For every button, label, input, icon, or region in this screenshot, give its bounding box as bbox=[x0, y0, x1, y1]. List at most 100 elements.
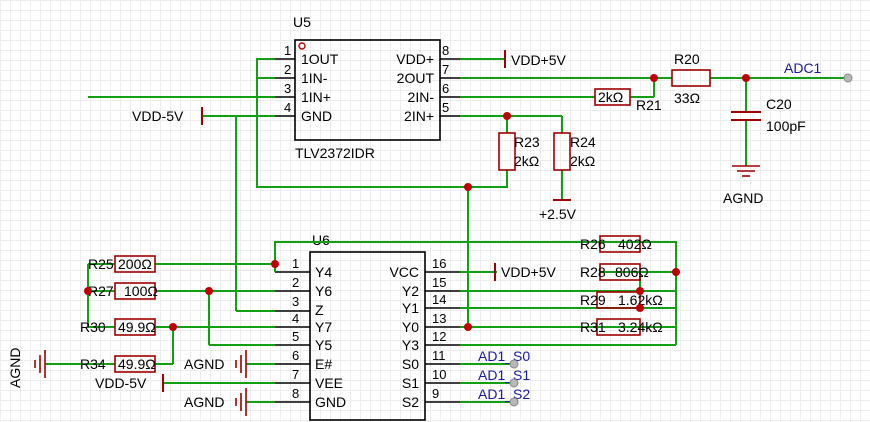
u5-pin-7-name: 2OUT bbox=[397, 70, 435, 86]
c20-value: 100pF bbox=[766, 118, 806, 134]
u5-ref: U5 bbox=[293, 14, 311, 30]
r26-ref: R26 bbox=[580, 236, 606, 252]
u5-pin-4-num: 4 bbox=[284, 100, 291, 115]
u6-pin-6-num: 6 bbox=[292, 348, 299, 363]
u6-pin-12-name: Y3 bbox=[402, 337, 419, 353]
u6-pin-14-num: 14 bbox=[432, 292, 446, 307]
agnd-gnd-symbol bbox=[235, 388, 247, 416]
r23-ref: R23 bbox=[514, 134, 540, 150]
net-s0: AD1_S0 bbox=[478, 348, 530, 364]
u6-pin-5-num: 5 bbox=[292, 329, 299, 344]
net-adc1: ADC1 bbox=[784, 60, 822, 76]
s0-port[interactable] bbox=[509, 359, 519, 369]
u6-pin-12-num: 12 bbox=[432, 329, 446, 344]
u6-pin-3-num: 3 bbox=[292, 294, 299, 309]
r30-value: 49.9Ω bbox=[118, 319, 156, 335]
u5-pin-2-name: 1IN- bbox=[301, 70, 328, 86]
net-vdd-p5-top: VDD+5V bbox=[511, 52, 567, 68]
r34-ref: R34 bbox=[80, 356, 106, 372]
junction-r20 bbox=[650, 74, 658, 82]
net-vref: +2.5V bbox=[539, 206, 577, 222]
u5-pin-8-name: VDD+ bbox=[396, 51, 434, 67]
junction-left-1 bbox=[84, 287, 92, 295]
u5-pin-6-name: 2IN- bbox=[408, 89, 435, 105]
u5-pin-1-num: 1 bbox=[284, 43, 291, 58]
junction-y4 bbox=[271, 260, 279, 268]
r20-ref: R20 bbox=[674, 51, 700, 67]
agnd-left-symbol bbox=[34, 350, 46, 378]
r28-ref: R28 bbox=[580, 264, 606, 280]
r24-value: 2kΩ bbox=[570, 153, 595, 169]
r23-body bbox=[498, 132, 516, 171]
r23-value: 2kΩ bbox=[514, 153, 539, 169]
u6-pin-2-name: Y6 bbox=[315, 283, 332, 299]
r29-ref: R29 bbox=[580, 292, 606, 308]
u6-pin-13-name: Y0 bbox=[402, 319, 419, 335]
r31-ref: R31 bbox=[580, 319, 606, 335]
u5-pin-7-num: 7 bbox=[442, 62, 449, 77]
net-agnd-left: AGND bbox=[7, 348, 23, 388]
r34-value: 49.9Ω bbox=[118, 356, 156, 372]
u6-pin-4-num: 4 bbox=[292, 311, 299, 326]
net-vdd-m5-top: VDD-5V bbox=[132, 108, 184, 124]
u6-pin-16-name: VCC bbox=[389, 264, 419, 280]
u6-pin-4-name: Y7 bbox=[315, 319, 332, 335]
junction-right-bus bbox=[672, 268, 680, 276]
u6-pin-2-num: 2 bbox=[292, 275, 299, 290]
r31-value: 3.24kΩ bbox=[618, 319, 663, 335]
u5-part: TLV2372IDR bbox=[295, 145, 375, 161]
r26-value: 402Ω bbox=[618, 236, 652, 252]
u5-pin-2-num: 2 bbox=[284, 62, 291, 77]
u5-pin-5-num: 5 bbox=[442, 100, 449, 115]
u5-pin-1-name: 1OUT bbox=[301, 51, 339, 67]
u6-pin-13-num: 13 bbox=[432, 311, 446, 326]
u6-pin-7-name: VEE bbox=[315, 375, 343, 391]
u6-pin-15-num: 15 bbox=[432, 275, 446, 290]
net-agnd-e: AGND bbox=[184, 356, 224, 372]
s2-port[interactable] bbox=[509, 397, 519, 407]
net-agnd-gnd: AGND bbox=[184, 394, 224, 410]
u5-pin-4-name: GND bbox=[301, 108, 332, 124]
net-s2: AD1_S2 bbox=[478, 386, 530, 402]
u6-pin-1-num: 1 bbox=[292, 256, 299, 271]
r24-body bbox=[553, 132, 571, 171]
u6-pin-9-name: S2 bbox=[402, 394, 419, 410]
junction-y7 bbox=[169, 323, 177, 331]
junction-feedback bbox=[464, 183, 472, 191]
r27-value: 100Ω bbox=[124, 283, 158, 299]
r25-value: 200Ω bbox=[118, 256, 152, 272]
u6-pin-8-name: GND bbox=[315, 394, 346, 410]
u6-pin-1-name: Y4 bbox=[315, 264, 332, 280]
u6-ref: U6 bbox=[312, 232, 330, 248]
junction-r23 bbox=[503, 112, 511, 120]
r20-body bbox=[671, 69, 711, 87]
u5-pin1-marker bbox=[298, 42, 306, 50]
junction-c20 bbox=[742, 74, 750, 82]
u6-pin-11-num: 11 bbox=[432, 348, 446, 363]
u5-pin-6-num: 6 bbox=[442, 81, 449, 96]
r21-ref: R21 bbox=[636, 97, 662, 113]
r25-ref: R25 bbox=[88, 256, 114, 272]
u5-pin-8-num: 8 bbox=[442, 43, 449, 58]
u6-pin-10-num: 10 bbox=[432, 367, 446, 382]
u6-pin-15-name: Y2 bbox=[402, 283, 419, 299]
u6-pin-3-name: Z bbox=[315, 302, 324, 318]
junction-r28 bbox=[636, 287, 644, 295]
r20-value: 33Ω bbox=[674, 90, 700, 106]
u6-pin-14-name: Y1 bbox=[402, 300, 419, 316]
u5-pin-3-name: 1IN+ bbox=[301, 89, 331, 105]
u6-pin-6-name: E# bbox=[315, 356, 332, 372]
agnd-c20-symbol bbox=[732, 165, 760, 177]
u6-pin-10-name: S1 bbox=[402, 375, 419, 391]
adc1-port[interactable] bbox=[843, 73, 853, 83]
c20-ref: C20 bbox=[766, 96, 792, 112]
r30-ref: R30 bbox=[80, 319, 106, 335]
junction-y6 bbox=[205, 287, 213, 295]
net-vdd-p5-u6: VDD+5V bbox=[501, 264, 557, 280]
r24-ref: R24 bbox=[570, 134, 596, 150]
agnd-e-symbol bbox=[235, 350, 247, 378]
junction-r29 bbox=[636, 304, 644, 312]
u5-pin-5-name: 2IN+ bbox=[404, 108, 434, 124]
r28-value: 806Ω bbox=[615, 264, 649, 280]
s1-port[interactable] bbox=[509, 378, 519, 388]
